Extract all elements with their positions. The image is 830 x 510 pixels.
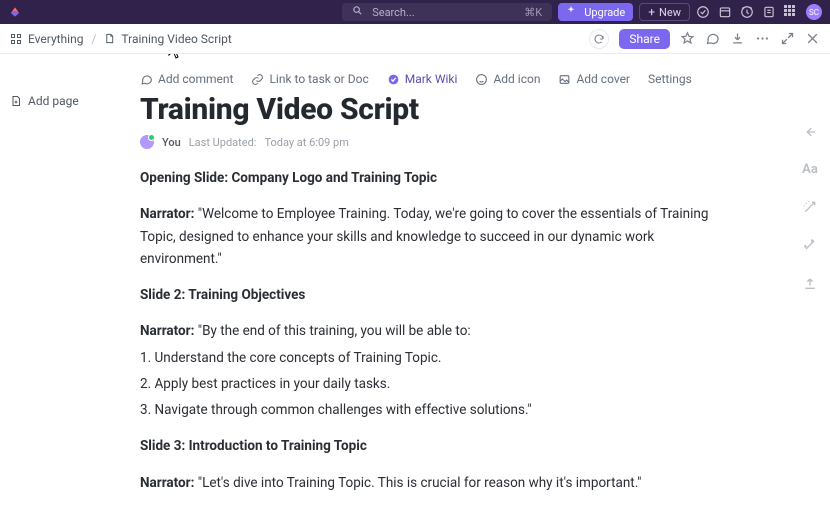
plus-icon: + bbox=[648, 6, 655, 18]
main-layout: Add page Add comment Link to task or Doc… bbox=[0, 54, 830, 510]
secondary-actions: Share bbox=[589, 29, 820, 49]
new-label: New bbox=[659, 6, 681, 19]
narrator-text-1: "Welcome to Employee Training. Today, we… bbox=[140, 206, 708, 267]
narrator-label-1: Narrator: bbox=[140, 206, 194, 222]
magic-wand-icon[interactable] bbox=[802, 199, 818, 215]
ai-sparkle-icon[interactable] bbox=[802, 237, 818, 253]
close-icon[interactable] bbox=[805, 31, 820, 46]
doc-settings-action[interactable]: Settings bbox=[648, 72, 692, 86]
add-doc-icon-action[interactable]: Add icon bbox=[475, 72, 540, 86]
search-icon bbox=[352, 5, 366, 19]
narrator-label-3: Narrator: bbox=[140, 475, 194, 491]
star-icon[interactable] bbox=[680, 31, 695, 46]
calendar-icon[interactable] bbox=[718, 5, 732, 19]
sparkle-icon bbox=[566, 5, 580, 19]
hierarchy-icon bbox=[10, 33, 22, 45]
add-page-icon bbox=[10, 95, 22, 107]
global-search[interactable]: Search... ⌘K bbox=[342, 3, 552, 21]
list-item-3[interactable]: 3. Navigate through common challenges wi… bbox=[140, 399, 710, 421]
mark-wiki-action[interactable]: Mark Wiki bbox=[387, 72, 458, 86]
doc-toolbar: Add comment Link to task or Doc Mark Wik… bbox=[140, 54, 770, 92]
app-topbar: Search... ⌘K Upgrade + New SC bbox=[0, 0, 830, 24]
list-item-1[interactable]: 1. Understand the core concepts of Train… bbox=[140, 347, 710, 369]
updated-label: Last Updated: bbox=[189, 136, 257, 149]
doc-settings-label: Settings bbox=[648, 72, 692, 86]
upgrade-button[interactable]: Upgrade bbox=[558, 3, 633, 21]
download-icon[interactable] bbox=[730, 31, 745, 46]
doc-title[interactable]: Training Video Script bbox=[140, 92, 770, 127]
topbar-actions: SC bbox=[696, 4, 822, 20]
link-task-action[interactable]: Link to task or Doc bbox=[251, 72, 368, 86]
mark-wiki-label: Mark Wiki bbox=[405, 72, 458, 86]
body-paragraph-2[interactable]: Narrator: "By the end of this training, … bbox=[140, 320, 710, 342]
link-task-label: Link to task or Doc bbox=[269, 72, 368, 86]
right-rail: Aa bbox=[790, 54, 830, 510]
notepad-icon[interactable] bbox=[762, 5, 776, 19]
body-paragraph-1[interactable]: Narrator: "Welcome to Employee Training.… bbox=[140, 203, 710, 270]
body-paragraph-3[interactable]: Narrator: "Let's dive into Training Topi… bbox=[140, 472, 710, 494]
user-avatar[interactable]: SC bbox=[806, 4, 822, 20]
search-placeholder: Search... bbox=[372, 6, 415, 19]
narrator-text-3: "Let's dive into Training Topic. This is… bbox=[194, 475, 641, 491]
indent-icon[interactable] bbox=[802, 124, 818, 140]
sync-status-icon[interactable] bbox=[589, 29, 609, 49]
check-circle-icon[interactable] bbox=[696, 5, 710, 19]
narrator-text-2: "By the end of this training, you will b… bbox=[194, 323, 470, 339]
add-page-label: Add page bbox=[28, 94, 79, 108]
body-heading-2[interactable]: Slide 2: Training Objectives bbox=[140, 284, 710, 306]
breadcrumb-root[interactable]: Everything bbox=[10, 32, 83, 46]
breadcrumb-doc[interactable]: Training Video Script bbox=[104, 32, 231, 46]
add-comment-label: Add comment bbox=[158, 72, 233, 86]
more-icon[interactable] bbox=[755, 31, 770, 46]
add-comment-action[interactable]: Add comment bbox=[140, 72, 233, 86]
add-cover-label: Add cover bbox=[576, 72, 630, 86]
apps-grid-icon[interactable] bbox=[784, 5, 798, 19]
author-avatar[interactable] bbox=[140, 135, 154, 149]
comment-icon[interactable] bbox=[705, 31, 720, 46]
doc-body[interactable]: Opening Slide: Company Logo and Training… bbox=[140, 167, 770, 510]
share-button[interactable]: Share bbox=[619, 29, 670, 49]
breadcrumb-doc-label: Training Video Script bbox=[121, 32, 231, 46]
left-panel: Add page bbox=[0, 54, 100, 510]
app-logo-icon bbox=[8, 5, 22, 19]
search-shortcut: ⌘K bbox=[524, 6, 542, 19]
breadcrumb-bar: Everything / Training Video Script Share bbox=[0, 24, 830, 54]
expand-icon[interactable] bbox=[780, 31, 795, 46]
breadcrumb-separator: / bbox=[91, 32, 96, 46]
new-button[interactable]: + New bbox=[639, 3, 690, 21]
document-pane: Add comment Link to task or Doc Mark Wik… bbox=[100, 54, 790, 510]
list-item-2[interactable]: 2. Apply best practices in your daily ta… bbox=[140, 373, 710, 395]
body-heading-1[interactable]: Opening Slide: Company Logo and Training… bbox=[140, 167, 710, 189]
export-icon[interactable] bbox=[802, 275, 818, 291]
breadcrumb-root-label: Everything bbox=[28, 32, 83, 46]
doc-meta: You Last Updated: Today at 6:09 pm bbox=[140, 135, 770, 149]
body-heading-3[interactable]: Slide 3: Introduction to Training Topic bbox=[140, 435, 710, 457]
add-doc-icon-label: Add icon bbox=[493, 72, 540, 86]
narrator-label-2: Narrator: bbox=[140, 323, 194, 339]
updated-value: Today at 6:09 pm bbox=[264, 136, 348, 149]
doc-icon bbox=[104, 33, 115, 44]
upgrade-label: Upgrade bbox=[584, 6, 625, 19]
add-cover-action[interactable]: Add cover bbox=[558, 72, 630, 86]
add-page-button[interactable]: Add page bbox=[10, 94, 90, 108]
clock-icon[interactable] bbox=[740, 5, 754, 19]
text-style-icon[interactable]: Aa bbox=[802, 162, 818, 177]
author-name: You bbox=[162, 136, 181, 149]
